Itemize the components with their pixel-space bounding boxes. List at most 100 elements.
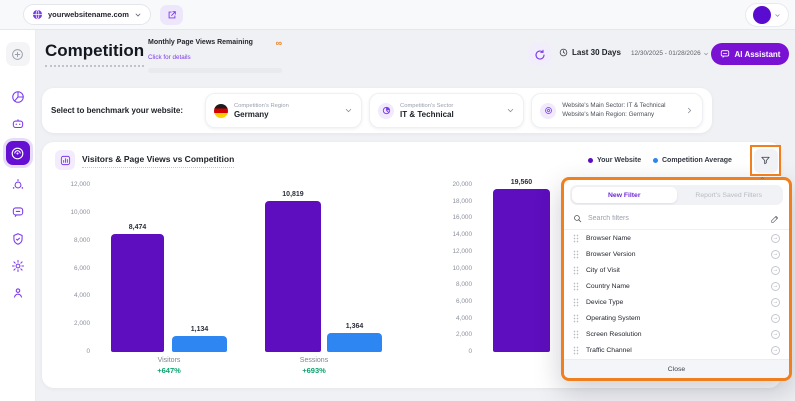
refresh-icon <box>534 49 546 61</box>
category-label: Visitors <box>129 357 209 364</box>
sidebar-item-audience[interactable] <box>6 173 30 197</box>
filter-item[interactable]: City of Visit→ <box>564 263 789 279</box>
circle-plus-icon <box>11 48 24 61</box>
quota-widget: Monthly Page Views Remaining Click for d… <box>148 39 282 73</box>
bar-competition-average[interactable] <box>327 333 382 352</box>
annotation-box-filter-button <box>750 145 781 176</box>
open-website-button[interactable] <box>160 5 183 25</box>
drag-handle-icon[interactable] <box>573 346 579 355</box>
filter-item[interactable]: Device Type→ <box>564 295 789 311</box>
add-filter-arrow-icon[interactable]: → <box>771 298 780 307</box>
sidebar-item-location[interactable] <box>6 281 30 305</box>
drag-handle-icon[interactable] <box>573 266 579 275</box>
filter-item-label: Browser Name <box>586 235 631 242</box>
date-range-selector[interactable]: 12/30/2025 - 01/28/2026 <box>631 50 709 57</box>
sidebar <box>0 30 36 401</box>
left-axis-tick: 10,000 <box>48 209 90 216</box>
region-select-label: Competition's Region <box>234 103 338 109</box>
add-filter-arrow-icon[interactable]: → <box>771 282 780 291</box>
chevron-down-icon <box>506 106 515 115</box>
filter-item[interactable]: Screen Resolution → <box>564 326 789 342</box>
filter-button[interactable] <box>754 149 778 173</box>
filter-item-label: Screen Resolution <box>586 331 642 338</box>
filter-item[interactable]: Browser Name → <box>564 231 789 247</box>
period-label: Last 30 Days <box>572 48 621 57</box>
filter-item-label: Browser Version <box>586 251 636 258</box>
chevron-right-icon <box>685 106 694 115</box>
add-filter-arrow-icon[interactable]: → <box>771 330 780 339</box>
drag-handle-icon[interactable] <box>573 250 579 259</box>
radar-icon <box>10 146 25 161</box>
website-info-card[interactable]: Website's Main Sector: IT & Technical We… <box>531 93 703 128</box>
drag-handle-icon[interactable] <box>573 234 579 243</box>
sidebar-item-analytics[interactable] <box>6 85 30 109</box>
shield-check-icon <box>11 232 25 246</box>
tab-saved-filters[interactable]: Report's Saved Filters <box>677 187 782 203</box>
sidebar-item-bot[interactable] <box>6 112 30 136</box>
filter-item[interactable]: Browser Version → <box>564 247 789 263</box>
sidebar-item-security[interactable] <box>6 227 30 251</box>
right-axis-tick: 12,000 <box>430 248 472 255</box>
germany-flag-icon <box>214 104 228 118</box>
filter-item-label: Country Name <box>586 283 630 290</box>
filter-item[interactable]: Country Name → <box>564 279 789 295</box>
right-axis-tick: 18,000 <box>430 198 472 205</box>
bar-value-label: 10,819 <box>253 191 333 198</box>
filter-item-label: Traffic Channel <box>586 347 632 354</box>
region-select[interactable]: Competition's Region Germany <box>205 93 362 128</box>
benchmark-bar: Select to benchmark your website: Compet… <box>42 88 712 133</box>
right-axis-tick: 2,000 <box>430 331 472 338</box>
quota-progress-bar <box>148 68 282 73</box>
drag-handle-icon[interactable] <box>573 282 579 291</box>
bar-competition-average[interactable] <box>172 336 227 352</box>
add-filter-arrow-icon[interactable]: → <box>771 234 780 243</box>
tab-new-filter[interactable]: New Filter <box>572 187 677 203</box>
right-axis-tick: 16,000 <box>430 214 472 221</box>
drag-handle-icon[interactable] <box>573 330 579 339</box>
right-axis-tick: 10,000 <box>430 265 472 272</box>
add-filter-arrow-icon[interactable]: → <box>771 314 780 323</box>
website-settings-icon <box>540 103 556 119</box>
sidebar-item-competition[interactable] <box>6 141 30 165</box>
left-axis-tick: 12,000 <box>48 181 90 188</box>
drag-handle-icon[interactable] <box>573 314 579 323</box>
chevron-down-icon <box>774 12 781 19</box>
left-axis-tick: 8,000 <box>48 237 90 244</box>
right-axis-tick: 20,000 <box>430 181 472 188</box>
right-axis-tick: 0 <box>430 348 472 355</box>
filter-item[interactable]: Operating System→ <box>564 310 789 326</box>
website-selector[interactable]: yourwebsitename.com <box>23 4 151 25</box>
quota-details-link[interactable]: Click for details <box>148 54 191 61</box>
target-users-icon <box>11 178 25 192</box>
chevron-down-icon <box>344 106 353 115</box>
sector-select[interactable]: Competition's Sector IT & Technical <box>369 93 524 128</box>
sidebar-item-chat[interactable] <box>6 200 30 224</box>
add-filter-arrow-icon[interactable]: → <box>771 346 780 355</box>
topbar: yourwebsitename.com <box>0 0 795 30</box>
bar-your-website[interactable] <box>493 189 550 352</box>
search-input[interactable] <box>588 215 764 222</box>
add-filter-arrow-icon[interactable]: → <box>771 266 780 275</box>
close-button[interactable]: Close <box>564 359 789 378</box>
left-axis-tick: 2,000 <box>48 320 90 327</box>
pencil-slash-icon[interactable] <box>770 214 780 224</box>
add-filter-arrow-icon[interactable]: → <box>771 250 780 259</box>
filter-item[interactable]: Traffic Channel → <box>564 342 789 358</box>
globe-icon <box>32 9 43 20</box>
ai-assistant-label: AI Assistant <box>735 50 781 59</box>
sidebar-item-add[interactable] <box>6 42 30 66</box>
search-icon <box>573 214 582 223</box>
filter-search-row <box>564 208 789 230</box>
gear-icon <box>11 259 25 273</box>
bar-your-website[interactable] <box>265 201 321 352</box>
sidebar-item-settings[interactable] <box>6 254 30 278</box>
filter-collapse-chevron[interactable]: ⌃ <box>759 176 766 185</box>
filter-panel: New Filter Report's Saved Filters Browse… <box>561 177 792 381</box>
user-menu[interactable] <box>745 3 789 27</box>
drag-handle-icon[interactable] <box>573 298 579 307</box>
refresh-button[interactable] <box>528 43 552 66</box>
bar-your-website[interactable] <box>111 234 164 352</box>
benchmark-label: Select to benchmark your website: <box>51 106 198 115</box>
ai-assistant-button[interactable]: AI Assistant <box>711 43 789 65</box>
period-selector[interactable]: Last 30 Days <box>559 48 621 57</box>
